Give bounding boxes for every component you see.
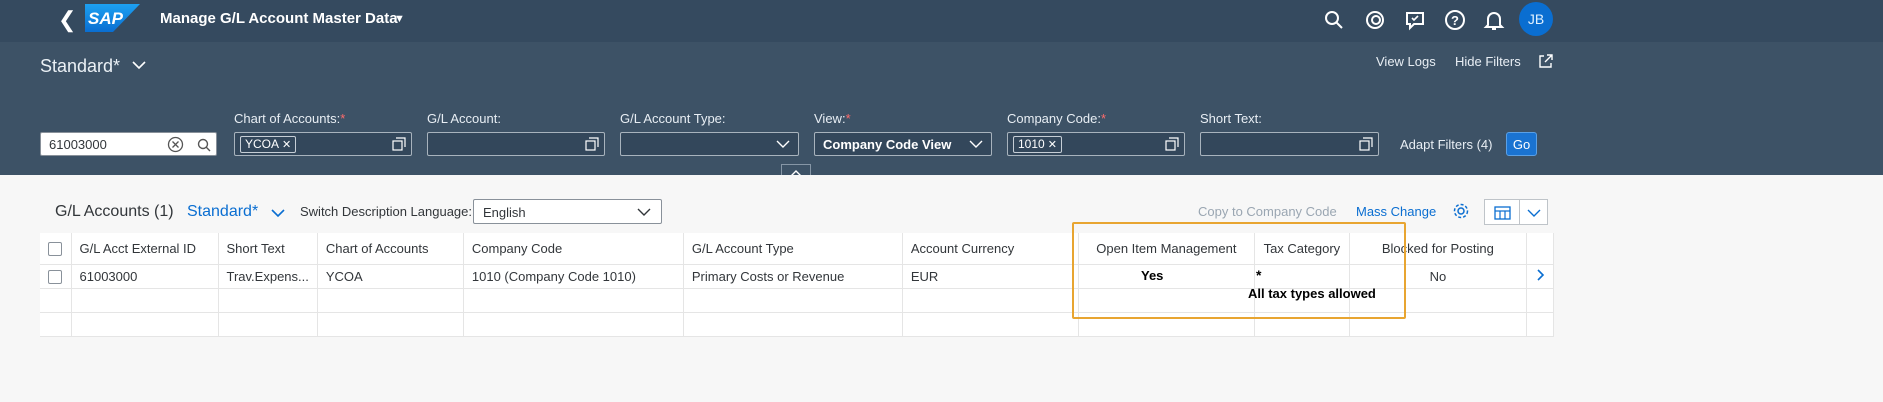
search-icon[interactable] bbox=[196, 137, 212, 153]
chart-of-accounts-label: Chart of Accounts:* bbox=[234, 111, 346, 126]
avatar[interactable]: JB bbox=[1519, 2, 1553, 36]
adapt-filters-button[interactable]: Adapt Filters (4) bbox=[1400, 137, 1492, 152]
token-remove-icon[interactable]: ✕ bbox=[282, 139, 291, 151]
hide-filters-link[interactable]: Hide Filters bbox=[1455, 54, 1521, 69]
svg-text:?: ? bbox=[1451, 13, 1459, 28]
column-header[interactable]: Chart of Accounts bbox=[317, 233, 464, 265]
copy-to-company-code-button[interactable]: Copy to Company Code bbox=[1198, 204, 1337, 219]
value-help-icon[interactable] bbox=[392, 137, 406, 151]
chevron-down-icon[interactable] bbox=[969, 139, 983, 149]
share-icon[interactable] bbox=[1538, 53, 1554, 69]
chevron-down-icon[interactable] bbox=[637, 207, 651, 217]
feedback-icon[interactable] bbox=[1403, 8, 1427, 32]
value-help-icon[interactable] bbox=[585, 137, 599, 151]
search-icon[interactable] bbox=[1322, 8, 1346, 32]
select-all-checkbox[interactable] bbox=[48, 242, 62, 257]
company-code-label: Company Code:* bbox=[1007, 111, 1107, 126]
copilot-icon[interactable] bbox=[1363, 8, 1387, 32]
column-header[interactable]: G/L Acct External ID bbox=[71, 233, 219, 265]
cell-gl-acct-external-id: 61003000 bbox=[71, 264, 219, 289]
gl-account-type-label: G/L Account Type: bbox=[620, 111, 726, 126]
column-header[interactable]: G/L Account Type bbox=[683, 233, 903, 265]
cell-short-text: Trav.Expens... bbox=[218, 264, 318, 289]
row-checkbox[interactable] bbox=[48, 269, 62, 284]
cell-account-currency: EUR bbox=[902, 264, 1079, 289]
sap-logo[interactable]: SAP bbox=[85, 4, 140, 32]
column-header[interactable]: Company Code bbox=[463, 233, 684, 265]
chevron-down-icon[interactable] bbox=[270, 207, 286, 219]
help-icon[interactable]: ? bbox=[1443, 8, 1467, 32]
column-header[interactable]: Account Currency bbox=[902, 233, 1079, 265]
svg-text:SAP: SAP bbox=[88, 9, 124, 28]
tax-category-note: All tax types allowed bbox=[1248, 286, 1376, 301]
short-text-field[interactable] bbox=[1200, 132, 1379, 156]
table-title: G/L Accounts (1) bbox=[55, 203, 174, 220]
highlight-box bbox=[1072, 222, 1406, 319]
tax-category-value: * bbox=[1256, 267, 1262, 283]
gl-account-type-select[interactable] bbox=[620, 132, 799, 156]
chevron-down-icon[interactable] bbox=[131, 59, 147, 71]
cell-chart-of-accounts: YCOA bbox=[317, 264, 464, 289]
select-all-cell[interactable] bbox=[40, 233, 72, 265]
shell-bar: ❮ SAP Manage G/L Account Master Data ▼ ?… bbox=[0, 0, 1883, 42]
language-label: Switch Description Language: bbox=[300, 204, 472, 219]
view-logs-link[interactable]: View Logs bbox=[1376, 54, 1436, 69]
settings-icon[interactable] bbox=[1452, 202, 1470, 220]
export-button[interactable] bbox=[1484, 199, 1520, 225]
value-help-icon[interactable] bbox=[1165, 137, 1179, 151]
table-section: G/L Accounts (1) Standard* Switch Descri… bbox=[0, 175, 1883, 402]
app-title[interactable]: Manage G/L Account Master Data bbox=[160, 10, 398, 27]
view-select[interactable]: Company Code View bbox=[814, 132, 992, 156]
chevron-down-icon bbox=[1527, 209, 1541, 217]
export-icon bbox=[1494, 206, 1511, 220]
short-text-label: Short Text: bbox=[1200, 111, 1262, 126]
chart-of-accounts-field[interactable]: YCOA ✕ bbox=[234, 132, 412, 156]
mass-change-button[interactable]: Mass Change bbox=[1356, 204, 1436, 219]
value-help-icon[interactable] bbox=[1359, 137, 1373, 151]
chevron-down-icon[interactable] bbox=[776, 139, 790, 149]
cell-company-code: 1010 (Company Code 1010) bbox=[463, 264, 684, 289]
gl-account-field[interactable] bbox=[427, 132, 605, 156]
language-value: English bbox=[483, 205, 526, 220]
app-title-caret-icon[interactable]: ▼ bbox=[394, 13, 405, 25]
chevron-right-icon[interactable] bbox=[1535, 268, 1545, 281]
view-label: View:* bbox=[814, 111, 851, 126]
language-select[interactable]: English bbox=[473, 199, 662, 224]
variant-title[interactable]: Standard* bbox=[40, 56, 120, 77]
token-remove-icon[interactable]: ✕ bbox=[1048, 139, 1057, 151]
column-header[interactable]: Short Text bbox=[218, 233, 318, 265]
open-item-management-value: Yes bbox=[1141, 268, 1164, 283]
search-field[interactable]: 61003000 bbox=[40, 132, 217, 156]
filter-bar: Standard* View Logs Hide Filters 6100300… bbox=[0, 42, 1883, 182]
gl-account-label: G/L Account: bbox=[427, 111, 501, 126]
token-ycoa[interactable]: YCOA ✕ bbox=[240, 136, 297, 153]
view-value: Company Code View bbox=[823, 137, 952, 152]
go-button[interactable]: Go bbox=[1506, 132, 1537, 156]
search-value[interactable]: 61003000 bbox=[49, 137, 107, 152]
token-1010[interactable]: 1010 ✕ bbox=[1013, 136, 1062, 153]
cell-gl-account-type: Primary Costs or Revenue bbox=[683, 264, 903, 289]
back-icon[interactable]: ❮ bbox=[58, 9, 76, 31]
company-code-field[interactable]: 1010 ✕ bbox=[1007, 132, 1185, 156]
export-menu-button[interactable] bbox=[1519, 199, 1548, 225]
row-select-cell[interactable] bbox=[40, 264, 72, 289]
row-nav-cell[interactable] bbox=[1526, 264, 1554, 289]
clear-icon[interactable] bbox=[167, 136, 184, 153]
column-header-nav bbox=[1526, 233, 1554, 265]
notification-icon[interactable] bbox=[1482, 8, 1506, 32]
table-variant[interactable]: Standard* bbox=[187, 203, 258, 221]
